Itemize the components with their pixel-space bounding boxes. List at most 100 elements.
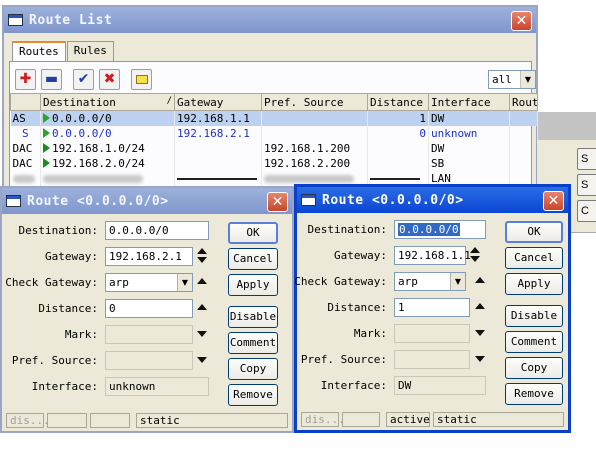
row-flags: DAC: [10, 155, 41, 171]
disable-button[interactable]: ✖: [99, 69, 120, 90]
pref-source-field[interactable]: [105, 351, 193, 370]
add-button[interactable]: ✚: [15, 69, 36, 90]
enable-check-icon: ✔: [77, 71, 90, 87]
status-enabled: dis...: [6, 413, 50, 428]
column-header-routing-mark[interactable]: Routi: [509, 93, 538, 111]
row-distance: 0: [367, 125, 429, 141]
destination-label: Destination:: [18, 224, 98, 237]
gateway-down-arrow-icon[interactable]: [197, 257, 207, 263]
background-window-titlebar: [537, 112, 596, 140]
gateway-label: Gateway:: [45, 250, 98, 263]
background-button-3[interactable]: C: [577, 200, 596, 222]
dialog-title: Route <0.0.0.0/0>: [27, 193, 169, 209]
cancel-button[interactable]: Cancel: [228, 248, 278, 270]
row-destination: [40, 170, 175, 186]
column-header-pref-source[interactable]: Pref. Source: [261, 93, 368, 111]
row-flags: [10, 170, 41, 186]
copy-button[interactable]: Copy: [505, 357, 563, 379]
status-cell: [90, 413, 130, 428]
disable-button[interactable]: Disable: [228, 306, 278, 328]
ok-button[interactable]: OK: [228, 222, 278, 244]
check-gateway-select[interactable]: arp ▼: [394, 272, 466, 291]
remove-button[interactable]: Remove: [228, 384, 278, 406]
filter-select[interactable]: all ▼: [488, 70, 536, 89]
destination-field[interactable]: 0.0.0.0/0: [394, 220, 486, 239]
collapse-arrow-icon[interactable]: [475, 303, 485, 309]
gateway-up-arrow-icon[interactable]: [470, 247, 480, 253]
column-header-destination[interactable]: Destination /: [40, 93, 175, 111]
route-list-titlebar[interactable]: Route List: [4, 7, 536, 33]
tab-bar: Routes Rules: [12, 41, 115, 62]
table-row[interactable]: DAC 192.168.2.0/24 192.168.2.200 SB: [10, 155, 538, 171]
disable-button[interactable]: Disable: [505, 305, 563, 327]
route-flag-icon: [43, 142, 50, 153]
row-routing-mark: [509, 140, 538, 156]
row-flags: AS: [10, 110, 41, 126]
comment-button[interactable]: [131, 69, 152, 90]
tab-routes[interactable]: Routes: [12, 41, 66, 62]
gateway-field[interactable]: 192.168.2.1: [105, 247, 193, 266]
comment-button[interactable]: Comment: [228, 332, 278, 354]
mark-field[interactable]: [105, 325, 193, 344]
row-destination-value: 0.0.0.0/0: [52, 126, 112, 140]
gateway-down-arrow-icon[interactable]: [470, 256, 480, 262]
distance-field[interactable]: 0: [105, 299, 193, 318]
comment-note-icon: [135, 74, 148, 84]
expand-arrow-icon[interactable]: [475, 356, 485, 362]
expand-arrow-icon[interactable]: [197, 331, 207, 337]
pref-source-label: Pref. Source:: [300, 353, 387, 366]
table-row[interactable]: S 0.0.0.0/0 192.168.2.1 0 unknown: [10, 125, 538, 141]
mark-field[interactable]: [394, 324, 470, 343]
enable-button[interactable]: ✔: [73, 69, 94, 90]
copy-button[interactable]: Copy: [228, 358, 278, 380]
row-pref-source: 192.168.1.200: [261, 140, 368, 156]
distance-label: Distance:: [327, 301, 387, 314]
table-row[interactable]: AS 0.0.0.0/0 192.168.1.1 1 DW: [10, 110, 538, 126]
background-button-1[interactable]: S: [577, 148, 596, 170]
route-dialog-left-titlebar[interactable]: Route <0.0.0.0/0>: [2, 188, 292, 214]
row-destination-value: 192.168.1.0/24: [52, 141, 145, 155]
blurred-text: [264, 174, 354, 183]
interface-label: Interface:: [320, 379, 387, 392]
row-pref-source: [261, 125, 368, 141]
table-row[interactable]: DAC 192.168.1.0/24 192.168.1.200 DW: [10, 140, 538, 156]
row-destination: 0.0.0.0/0: [40, 110, 175, 126]
destination-value-selected: 0.0.0.0/0: [398, 223, 460, 236]
remove-button[interactable]: Remove: [505, 383, 563, 405]
expand-arrow-icon[interactable]: [197, 357, 207, 363]
cancel-button[interactable]: Cancel: [505, 247, 563, 269]
collapse-arrow-icon[interactable]: [475, 277, 485, 283]
gateway-up-arrow-icon[interactable]: [197, 248, 207, 254]
column-header-flags[interactable]: [10, 93, 41, 111]
tab-rules[interactable]: Rules: [66, 41, 114, 61]
close-icon: ✕: [547, 193, 560, 209]
row-routing-mark: [509, 110, 538, 126]
collapse-arrow-icon[interactable]: [197, 278, 207, 284]
gateway-field[interactable]: 192.168.1.1: [394, 246, 471, 265]
column-header-destination-label: Destination: [43, 95, 116, 109]
apply-button[interactable]: Apply: [228, 274, 278, 296]
column-header-distance[interactable]: Distance: [367, 93, 429, 111]
check-gateway-select[interactable]: arp ▼: [105, 273, 193, 292]
pref-source-field[interactable]: [394, 350, 470, 369]
close-button[interactable]: ✕: [511, 11, 532, 31]
expand-arrow-icon[interactable]: [475, 330, 485, 336]
distance-field[interactable]: 1: [394, 298, 470, 317]
destination-field[interactable]: 0.0.0.0/0: [105, 221, 209, 240]
check-gateway-value: arp: [398, 275, 418, 288]
column-header-interface[interactable]: Interface: [428, 93, 510, 111]
apply-button[interactable]: Apply: [505, 273, 563, 295]
comment-button[interactable]: Comment: [505, 331, 563, 353]
collapse-arrow-icon[interactable]: [197, 304, 207, 310]
route-list-title: Route List: [29, 12, 113, 28]
column-header-gateway[interactable]: Gateway: [174, 93, 262, 111]
close-button[interactable]: ✕: [543, 191, 564, 211]
background-button-2[interactable]: S: [577, 174, 596, 196]
close-button[interactable]: ✕: [267, 192, 288, 212]
route-dialog-right-titlebar[interactable]: Route <0.0.0.0/0>: [297, 187, 568, 213]
sort-icon: /: [166, 95, 172, 106]
row-gateway: 192.168.1.1: [174, 110, 262, 126]
remove-button[interactable]: ▬: [41, 69, 62, 90]
row-destination: 192.168.2.0/24: [40, 155, 175, 171]
ok-button[interactable]: OK: [505, 221, 563, 243]
